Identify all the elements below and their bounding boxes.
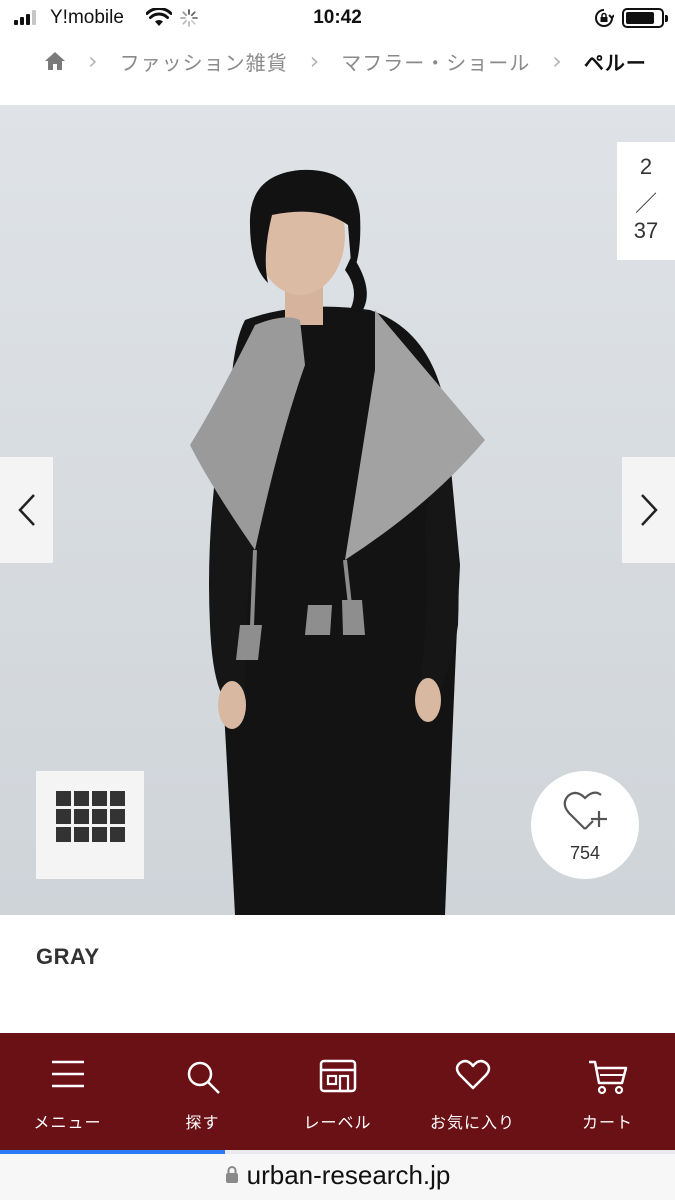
product-color-label: GRAY (36, 944, 100, 969)
store-icon (319, 1059, 356, 1093)
tab-favorites[interactable]: お気に入り (405, 1033, 540, 1150)
tab-label[interactable]: レーベル (270, 1033, 405, 1150)
thumbnail-grid-button[interactable] (36, 771, 144, 879)
tab-menu[interactable]: メニュー (0, 1033, 135, 1150)
add-favorite-button[interactable]: 754 (531, 771, 639, 879)
product-image-gallery[interactable]: 2 ／ 37 754 (0, 105, 675, 915)
heart-plus-icon (563, 791, 607, 830)
url-display[interactable]: urban-research.jp (0, 1160, 675, 1191)
clock: 10:42 (313, 7, 362, 28)
breadcrumb-item-muffler-shawl[interactable]: マフラー・ショール (341, 47, 530, 76)
breadcrumb: › ファッション雑貨 › マフラー・ショール › ペルー (0, 36, 675, 86)
orientation-lock-icon (595, 9, 614, 27)
tab-favorites-label: お気に入り (429, 1115, 515, 1132)
battery-icon (622, 8, 668, 28)
tab-cart-label: カート (581, 1115, 633, 1132)
favorite-count: 754 (569, 843, 601, 863)
chevron-right-icon: › (309, 47, 320, 75)
chevron-left-icon (17, 494, 35, 526)
tab-search[interactable]: 探す (135, 1033, 270, 1150)
url-text: urban-research.jp (246, 1160, 451, 1190)
previous-image-button[interactable] (0, 457, 53, 563)
cart-icon (588, 1060, 627, 1095)
image-counter-current: 2 (639, 154, 653, 179)
next-image-button[interactable] (622, 457, 675, 563)
tab-search-label: 探す (185, 1115, 220, 1132)
menu-icon (51, 1060, 84, 1088)
image-counter: 2 ／ 37 (617, 142, 675, 260)
heart-icon (455, 1059, 490, 1090)
chevron-right-icon (640, 494, 658, 526)
search-icon (187, 1061, 220, 1094)
page-load-progress (0, 1150, 225, 1154)
grid-icon (55, 790, 125, 860)
bottom-navigation: メニュー 探す レーベル お気に入り カート (0, 1033, 675, 1150)
chevron-right-icon: › (552, 47, 562, 75)
home-icon[interactable] (44, 50, 66, 72)
image-counter-separator: ／ (634, 191, 657, 216)
browser-url-bar[interactable]: urban-research.jp (0, 1150, 675, 1200)
chevron-right-icon: › (88, 47, 98, 75)
tab-cart[interactable]: カート (540, 1033, 675, 1150)
tab-menu-label: メニュー (33, 1115, 102, 1132)
lock-icon (225, 1166, 238, 1184)
breadcrumb-item-fashion-goods[interactable]: ファッション雑貨 (120, 47, 288, 76)
image-counter-total: 37 (633, 218, 659, 243)
breadcrumb-current: ペルー (583, 52, 647, 75)
tab-label-label: レーベル (303, 1115, 372, 1132)
status-bar: Y!mobile 10:42 (0, 0, 675, 36)
